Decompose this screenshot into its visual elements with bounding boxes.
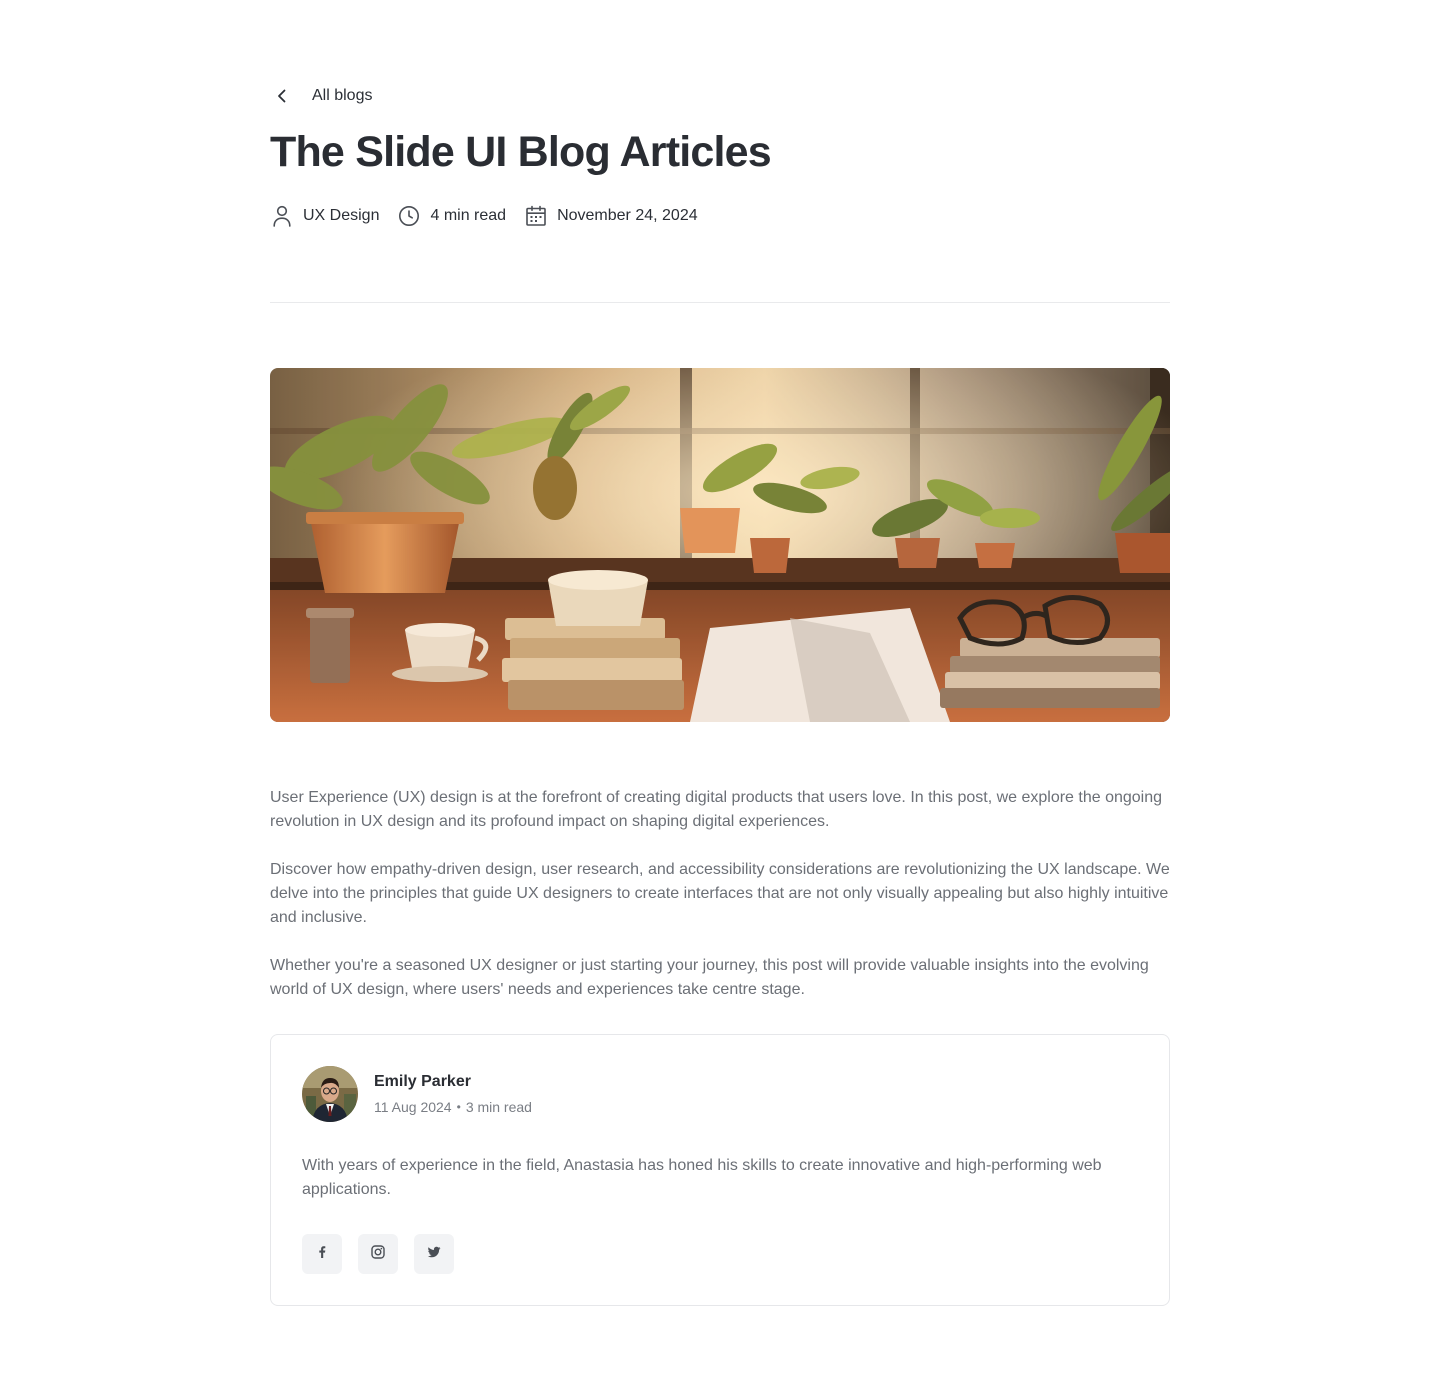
instagram-icon <box>370 1244 386 1265</box>
meta-category-text: UX Design <box>303 207 380 224</box>
header-divider <box>270 302 1170 303</box>
meta-read-time: 4 min read <box>397 204 506 228</box>
meta-date-text: November 24, 2024 <box>557 207 698 224</box>
bullet-separator: • <box>456 1100 461 1114</box>
social-links <box>302 1234 454 1274</box>
author-name: Emily Parker <box>374 1073 471 1090</box>
author-read-time: 3 min read <box>465 1099 532 1115</box>
calendar-icon <box>524 204 548 228</box>
chevron-left-icon <box>270 84 294 108</box>
user-icon <box>270 204 294 228</box>
paragraph: Whether you're a seasoned UX designer or… <box>270 957 1149 998</box>
twitter-icon <box>426 1244 442 1265</box>
author-info: Emily Parker 11 Aug 2024 • 3 min read <box>374 1073 532 1115</box>
instagram-button[interactable] <box>358 1234 398 1274</box>
author-bio: With years of experience in the field, A… <box>302 1157 1102 1198</box>
blog-post-page: All blogs The Slide UI Blog Articles UX … <box>0 0 1440 1386</box>
back-to-all-blogs-link[interactable]: All blogs <box>270 84 372 108</box>
author-meta: 11 Aug 2024 • 3 min read <box>374 1099 532 1115</box>
facebook-icon <box>314 1244 330 1265</box>
meta-category: UX Design <box>270 204 379 228</box>
avatar <box>302 1066 358 1122</box>
author-card: Emily Parker 11 Aug 2024 • 3 min read Wi… <box>270 1034 1170 1306</box>
page-title: The Slide UI Blog Articles <box>270 128 772 176</box>
paragraph: User Experience (UX) design is at the fo… <box>270 789 1163 830</box>
facebook-button[interactable] <box>302 1234 342 1274</box>
clock-icon <box>397 204 421 228</box>
author-header: Emily Parker 11 Aug 2024 • 3 min read <box>302 1066 532 1122</box>
author-date: 11 Aug 2024 <box>374 1099 452 1115</box>
hero-image <box>270 368 1170 722</box>
meta-date: November 24, 2024 <box>524 204 698 228</box>
meta-read-time-text: 4 min read <box>430 207 507 224</box>
back-link-label: All blogs <box>312 87 373 104</box>
paragraph: Discover how empathy-driven design, user… <box>270 861 1170 926</box>
post-meta: UX Design 4 min read November 24, 2024 <box>270 203 698 229</box>
twitter-button[interactable] <box>414 1234 454 1274</box>
article-body: User Experience (UX) design is at the fo… <box>270 786 1170 1026</box>
